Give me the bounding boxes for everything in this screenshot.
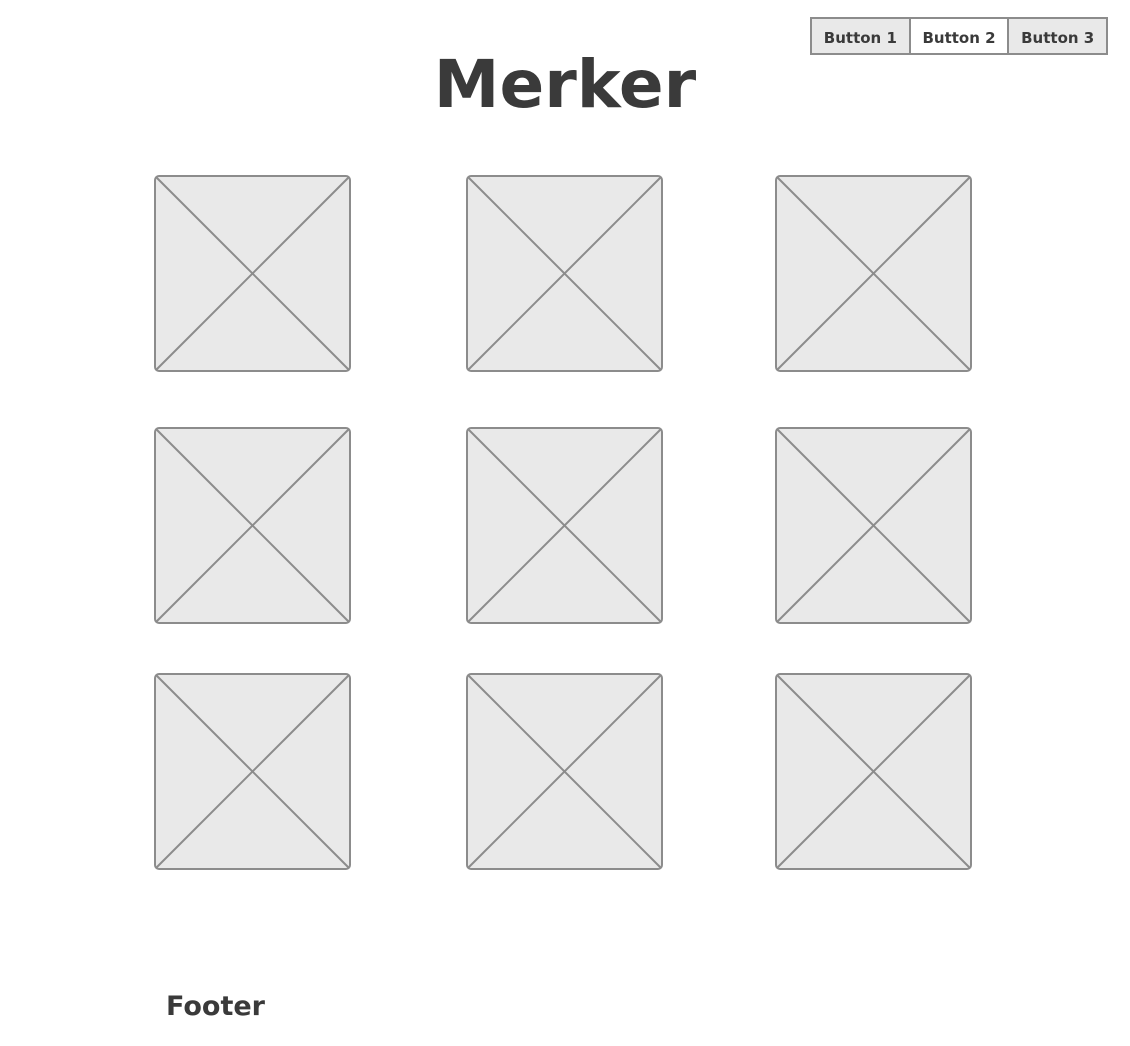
image-placeholder-icon xyxy=(154,175,351,372)
image-placeholder-icon xyxy=(466,673,663,870)
image-placeholder-icon xyxy=(154,673,351,870)
image-placeholder-icon xyxy=(154,427,351,624)
image-placeholder xyxy=(154,175,351,372)
footer: Footer xyxy=(166,991,265,1022)
page-title: Merker xyxy=(433,46,697,123)
image-placeholder xyxy=(775,175,972,372)
image-placeholder xyxy=(775,673,972,870)
image-placeholder xyxy=(154,673,351,870)
image-placeholder xyxy=(466,673,663,870)
image-placeholder xyxy=(775,427,972,624)
image-placeholder xyxy=(466,175,663,372)
image-placeholder-icon xyxy=(775,673,972,870)
image-placeholder-icon xyxy=(775,175,972,372)
image-placeholder xyxy=(466,427,663,624)
image-placeholder xyxy=(154,427,351,624)
image-placeholder-icon xyxy=(466,427,663,624)
image-placeholder-icon xyxy=(775,427,972,624)
image-placeholder-icon xyxy=(466,175,663,372)
